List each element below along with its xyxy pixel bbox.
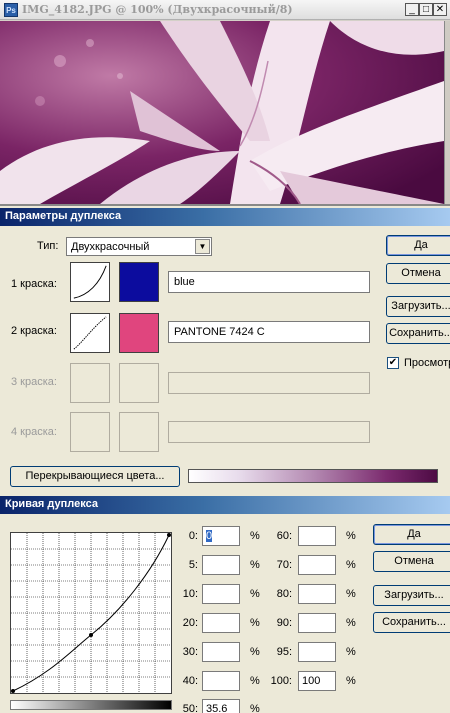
ink-4-label: 4 краска: — [11, 426, 57, 438]
duotone-gradient-bar — [188, 469, 438, 483]
ink-4-curve-box — [70, 412, 110, 452]
point-100-field[interactable]: 100 — [298, 671, 336, 691]
point-70-field[interactable] — [298, 555, 336, 575]
ink-3-label: 3 краска: — [11, 376, 57, 388]
point-0-percent: % — [250, 530, 260, 542]
point-80-field[interactable] — [298, 584, 336, 604]
curve-save-button[interactable]: Сохранить... — [373, 612, 450, 633]
curve-cancel-button[interactable]: Отмена — [373, 551, 450, 572]
point-10-label: 10: — [182, 588, 198, 600]
duplex-curve-title: Кривая дуплекса — [5, 498, 98, 510]
duotone-lily-photo — [0, 21, 444, 204]
point-5-percent: % — [250, 559, 260, 571]
ok-button[interactable]: Да — [386, 235, 450, 256]
image-window-titlebar[interactable]: Ps IMG_4182.JPG @ 100% (Двухкрасочный/8)… — [0, 0, 450, 20]
point-30-label: 30: — [182, 646, 198, 658]
point-90-field[interactable] — [298, 613, 336, 633]
overprint-colors-button[interactable]: Перекрывающиеся цвета... — [10, 466, 180, 487]
duplex-options-titlebar[interactable]: Параметры дуплекса — [0, 208, 450, 226]
image-scrollbar[interactable] — [444, 21, 450, 204]
load-button[interactable]: Загрузить... — [386, 296, 450, 317]
maximize-button[interactable]: □ — [419, 3, 433, 16]
photoshop-icon: Ps — [4, 3, 18, 17]
ink-1-color-swatch[interactable] — [119, 262, 159, 302]
point-0-label: 0: — [188, 530, 198, 542]
point-70-percent: % — [346, 559, 356, 571]
point-30-field[interactable] — [202, 642, 240, 662]
point-10-field[interactable] — [202, 584, 240, 604]
point-60-field[interactable] — [298, 526, 336, 546]
point-95-percent: % — [346, 646, 356, 658]
curve-load-button[interactable]: Загрузить... — [373, 585, 450, 606]
point-50-field[interactable]: 35.6 — [202, 699, 240, 713]
point-70-label: 70: — [276, 559, 292, 571]
point-100-percent: % — [346, 675, 356, 687]
point-50-percent: % — [250, 703, 260, 713]
curve-point-50 — [89, 633, 93, 637]
duplex-options-title: Параметры дуплекса — [5, 210, 122, 222]
point-100-label: 100: — [270, 675, 292, 687]
ink-3-name-field — [168, 372, 370, 394]
point-60-percent: % — [346, 530, 356, 542]
point-95-field[interactable] — [298, 642, 336, 662]
curve-ok-button[interactable]: Да — [373, 524, 450, 545]
ink-2-name-field[interactable]: PANTONE 7424 C — [168, 321, 370, 343]
type-label: Тип: — [37, 240, 59, 252]
point-0-value: 0 — [206, 530, 213, 542]
ink-2-curve-box[interactable] — [70, 313, 110, 353]
ink-1-label: 1 краска: — [11, 278, 57, 290]
curve-point-100 — [167, 533, 171, 537]
point-90-percent: % — [346, 617, 356, 629]
point-20-percent: % — [250, 617, 260, 629]
point-10-percent: % — [250, 588, 260, 600]
type-select[interactable]: Двухкрасочный ▼ — [66, 237, 212, 256]
point-90-label: 90: — [276, 617, 292, 629]
point-0-field[interactable]: 0 — [202, 526, 240, 546]
point-30-percent: % — [250, 646, 260, 658]
point-60-label: 60: — [276, 530, 292, 542]
minimize-button[interactable]: _ — [405, 3, 419, 16]
preview-checkbox[interactable]: ✔ — [387, 357, 399, 369]
point-40-label: 40: — [182, 675, 198, 687]
ink-2-label: 2 краска: — [11, 325, 57, 337]
point-20-label: 20: — [182, 617, 198, 629]
ink-1-curve-box[interactable] — [70, 262, 110, 302]
ink-3-color-swatch — [119, 363, 159, 403]
save-button[interactable]: Сохранить... — [386, 323, 450, 344]
point-95-label: 95: — [276, 646, 292, 658]
cancel-button[interactable]: Отмена — [386, 263, 450, 284]
point-80-percent: % — [346, 588, 356, 600]
ink-1-name-field[interactable]: blue — [168, 271, 370, 293]
ink-4-color-swatch — [119, 412, 159, 452]
ink-2-color-swatch[interactable] — [119, 313, 159, 353]
point-40-percent: % — [250, 675, 260, 687]
point-50-label: 50: — [182, 703, 198, 713]
point-80-label: 80: — [276, 588, 292, 600]
preview-label: Просмотр — [404, 357, 450, 369]
ink-4-name-field — [168, 421, 370, 443]
gray-ramp — [10, 700, 172, 710]
checkmark-icon: ✔ — [388, 357, 398, 368]
close-button[interactable]: ✕ — [433, 3, 447, 16]
point-40-field[interactable] — [202, 671, 240, 691]
image-window: Ps IMG_4182.JPG @ 100% (Двухкрасочный/8)… — [0, 0, 450, 206]
image-window-title: IMG_4182.JPG @ 100% (Двухкрасочный/8) — [22, 3, 293, 16]
curve-grid[interactable] — [10, 532, 172, 694]
curve-point-0 — [11, 689, 15, 693]
chevron-down-icon[interactable]: ▼ — [195, 239, 210, 254]
ink-3-curve-box — [70, 363, 110, 403]
point-20-field[interactable] — [202, 613, 240, 633]
point-5-label: 5: — [188, 559, 198, 571]
duplex-curve-titlebar[interactable]: Кривая дуплекса — [0, 496, 450, 514]
type-select-value: Двухкрасочный — [71, 241, 150, 253]
point-5-field[interactable] — [202, 555, 240, 575]
